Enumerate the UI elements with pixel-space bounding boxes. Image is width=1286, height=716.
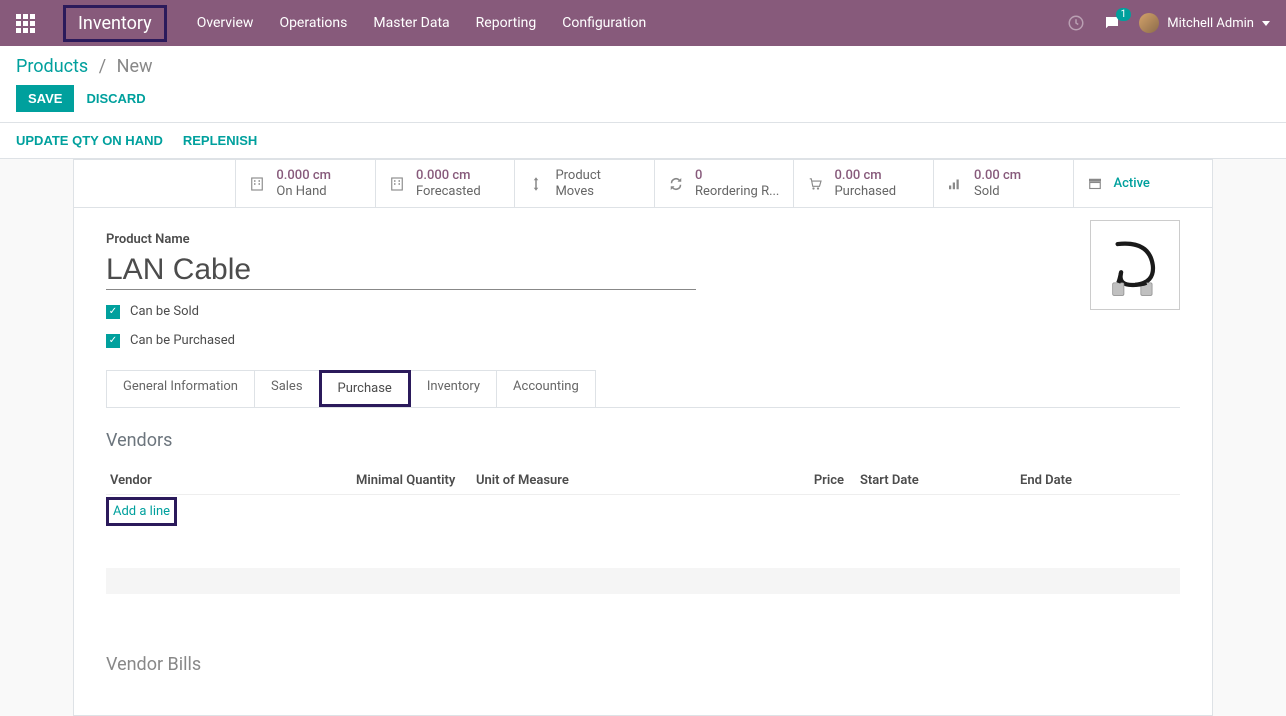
can-be-purchased-checkbox[interactable]: ✓ [106,334,120,348]
can-be-purchased-label: Can be Purchased [130,333,235,348]
control-panel: Products / New SAVE DISCARD [0,46,1286,123]
breadcrumb-products[interactable]: Products [16,56,88,77]
nav-operations[interactable]: Operations [279,15,347,31]
refresh-icon [667,175,685,193]
reorder-value: 0 [695,168,779,184]
stat-purchased[interactable]: 0.00 cm Purchased [793,160,933,207]
tab-general[interactable]: General Information [106,370,255,407]
main-navbar: Inventory Overview Operations Master Dat… [0,0,1286,46]
breadcrumb-sep: / [99,56,106,77]
col-price: Price [800,473,860,488]
tab-content: Vendors Vendor Minimal Quantity Unit of … [106,407,1180,675]
nav-reporting[interactable]: Reporting [476,15,537,31]
stat-active[interactable]: Active [1073,160,1213,207]
moves-label1: Product [555,168,600,184]
stat-sold[interactable]: 0.00 cm Sold [933,160,1073,207]
tab-inventory[interactable]: Inventory [410,370,497,407]
tabs: General Information Sales Purchase Inven… [106,370,1180,407]
nav-overview[interactable]: Overview [197,15,254,31]
stat-empty [74,160,235,207]
vendor-bills-title: Vendor Bills [106,654,1180,675]
vendors-title: Vendors [106,430,1180,451]
stat-reorder[interactable]: 0 Reordering R... [654,160,794,207]
product-name-label: Product Name [106,232,1180,247]
caret-down-icon [1262,21,1270,26]
building-icon [248,175,266,193]
avatar [1139,13,1159,33]
nav-menu: Overview Operations Master Data Reportin… [197,15,1068,31]
moves-label2: Moves [555,184,600,200]
active-label: Active [1114,176,1150,192]
messages-button[interactable]: 1 [1103,14,1121,32]
breadcrumb-current: New [117,56,153,77]
tab-sales[interactable]: Sales [254,370,320,407]
discard-button[interactable]: DISCARD [86,91,145,106]
stat-on-hand[interactable]: 0.000 cm On Hand [235,160,375,207]
cart-icon [806,175,824,193]
building-icon [388,175,406,193]
vendor-table: Vendor Minimal Quantity Unit of Measure … [106,467,1180,594]
update-qty-button[interactable]: UPDATE QTY ON HAND [16,133,163,148]
sold-value: 0.00 cm [974,168,1021,184]
purchased-value: 0.00 cm [834,168,896,184]
col-uom: Unit of Measure [476,473,726,488]
brand-title[interactable]: Inventory [63,5,167,42]
bars-icon [946,175,964,193]
messages-badge: 1 [1116,8,1132,21]
col-min-qty: Minimal Quantity [356,473,476,488]
tab-purchase[interactable]: Purchase [319,370,411,407]
stat-buttons: 0.000 cm On Hand 0.000 cm Forecasted Pro… [74,160,1212,208]
reorder-label: Reordering R... [695,184,779,200]
on-hand-value: 0.000 cm [276,168,331,184]
save-button[interactable]: SAVE [16,85,74,112]
col-vendor: Vendor [106,473,356,488]
nav-configuration[interactable]: Configuration [562,15,646,31]
can-be-sold-checkbox[interactable]: ✓ [106,305,120,319]
purchased-label: Purchased [834,184,896,200]
forecast-label: Forecasted [416,184,481,200]
sold-label: Sold [974,184,1021,200]
clock-icon[interactable] [1067,14,1085,32]
lan-cable-image [1100,230,1170,300]
tab-accounting[interactable]: Accounting [496,370,596,407]
breadcrumb: Products / New [16,56,1270,77]
empty-row [106,568,1180,594]
nav-master-data[interactable]: Master Data [373,15,449,31]
stat-forecast[interactable]: 0.000 cm Forecasted [375,160,515,207]
form-sheet-bg: 0.000 cm On Hand 0.000 cm Forecasted Pro… [0,159,1286,716]
col-end-date: End Date [1020,473,1180,488]
replenish-button[interactable]: REPLENISH [183,133,257,148]
vendor-table-header: Vendor Minimal Quantity Unit of Measure … [106,467,1180,495]
on-hand-label: On Hand [276,184,331,200]
can-be-sold-label: Can be Sold [130,304,199,319]
arrows-v-icon [527,175,545,193]
user-menu[interactable]: Mitchell Admin [1139,13,1270,33]
product-image[interactable] [1090,220,1180,310]
col-start-date: Start Date [860,473,1020,488]
stat-moves[interactable]: Product Moves [514,160,654,207]
action-bar: UPDATE QTY ON HAND REPLENISH [0,123,1286,159]
user-name: Mitchell Admin [1167,16,1254,31]
form-sheet: 0.000 cm On Hand 0.000 cm Forecasted Pro… [73,159,1213,716]
add-line-link[interactable]: Add a line [106,497,177,526]
forecast-value: 0.000 cm [416,168,481,184]
archive-icon [1086,175,1104,193]
product-name-input[interactable] [106,251,696,290]
apps-icon[interactable] [16,14,35,33]
